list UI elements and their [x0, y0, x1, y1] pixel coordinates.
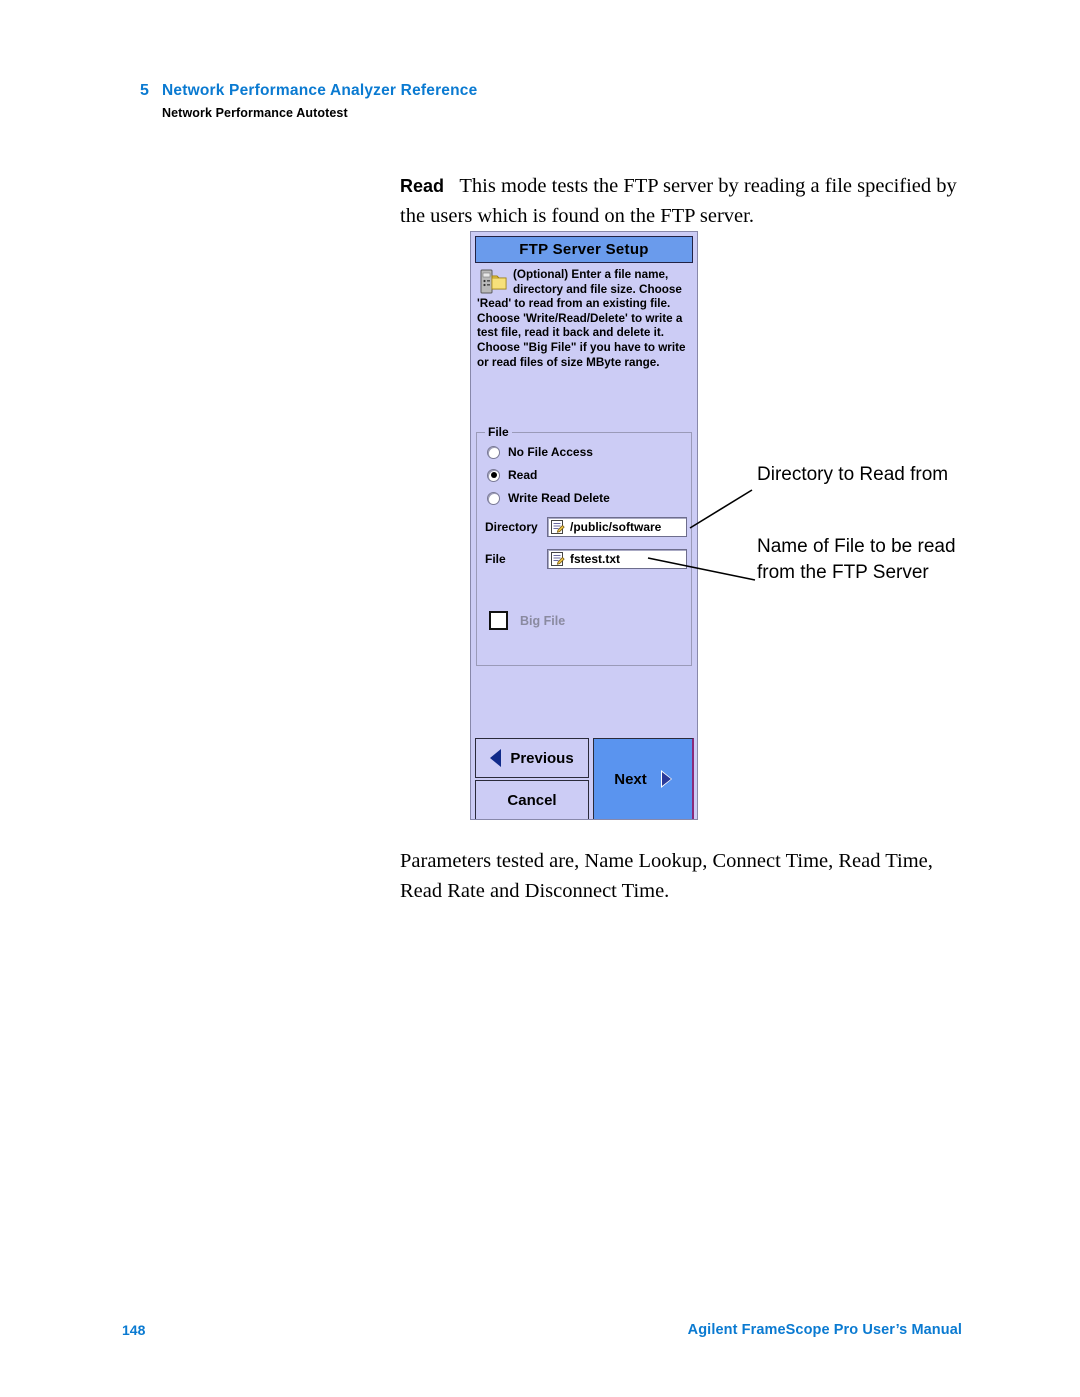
- file-value: fstest.txt: [570, 552, 621, 566]
- chapter-title: Network Performance Analyzer Reference: [162, 82, 478, 99]
- directory-value: /public/software: [570, 520, 662, 534]
- callout-directory-to-read: Directory to Read from: [757, 464, 949, 485]
- directory-field-row: Directory /public/software: [485, 517, 687, 537]
- footer-manual-title: Agilent FrameScope Pro User’s Manual: [687, 1322, 962, 1338]
- next-button[interactable]: Next: [593, 738, 694, 819]
- radio-read-label: Read: [508, 468, 538, 482]
- directory-field-label: Directory: [485, 520, 538, 534]
- document-edit-icon: [551, 552, 565, 566]
- file-field-row: File fstest.txt: [485, 549, 687, 569]
- file-group-box: File No File Access Read Write Read Dele…: [476, 425, 692, 666]
- previous-button[interactable]: Previous: [475, 738, 589, 778]
- file-group-legend: File: [485, 425, 512, 439]
- read-lead-word: Read: [400, 176, 445, 196]
- read-paragraph-text: This mode tests the FTP server by readin…: [400, 175, 957, 227]
- ftp-server-setup-dialog: FTP Server Setup (Optional) Enter a file…: [470, 231, 698, 820]
- big-file-label: Big File: [520, 613, 566, 628]
- chapter-number: 5: [140, 82, 149, 99]
- previous-button-label: Previous: [510, 749, 574, 767]
- cancel-button[interactable]: Cancel: [475, 780, 589, 819]
- next-button-label: Next: [614, 770, 647, 788]
- footer-page-number: 148: [122, 1322, 146, 1338]
- read-mode-paragraph: Read This mode tests the FTP server by r…: [400, 171, 980, 231]
- dialog-instructions-text: (Optional) Enter a file name, directory …: [477, 268, 686, 369]
- big-file-checkbox-row[interactable]: Big File: [489, 611, 565, 630]
- document-edit-icon: [551, 520, 565, 534]
- arrow-right-icon: [660, 770, 672, 788]
- radio-no-file-access-indicator[interactable]: [487, 445, 500, 459]
- arrow-left-icon: [490, 749, 502, 767]
- dialog-title: FTP Server Setup: [519, 241, 649, 258]
- radio-write-read-delete[interactable]: Write Read Delete: [487, 491, 610, 505]
- dialog-instructions: (Optional) Enter a file name, directory …: [477, 268, 691, 370]
- radio-no-file-access-label: No File Access: [508, 445, 593, 459]
- callout-name-of-file: Name of File to be read from the FTP Ser…: [757, 536, 956, 583]
- section-title: Network Performance Autotest: [162, 106, 348, 120]
- file-input[interactable]: fstest.txt: [547, 549, 687, 569]
- radio-read-indicator[interactable]: [487, 468, 500, 482]
- file-field-label: File: [485, 552, 506, 566]
- cancel-button-label: Cancel: [507, 791, 557, 809]
- server-folder-icon: [480, 269, 507, 294]
- directory-input[interactable]: /public/software: [547, 517, 687, 537]
- radio-read[interactable]: Read: [487, 468, 537, 482]
- radio-no-file-access[interactable]: No File Access: [487, 445, 593, 459]
- radio-write-read-delete-label: Write Read Delete: [508, 491, 610, 505]
- page-header: 5 Network Performance Analyzer Reference…: [140, 82, 960, 120]
- radio-write-read-delete-indicator[interactable]: [487, 491, 500, 505]
- parameters-paragraph: Parameters tested are, Name Lookup, Conn…: [400, 850, 933, 902]
- dialog-titlebar: FTP Server Setup: [475, 236, 693, 263]
- big-file-checkbox[interactable]: [489, 611, 508, 630]
- chapter-heading: 5 Network Performance Analyzer Reference: [140, 82, 960, 100]
